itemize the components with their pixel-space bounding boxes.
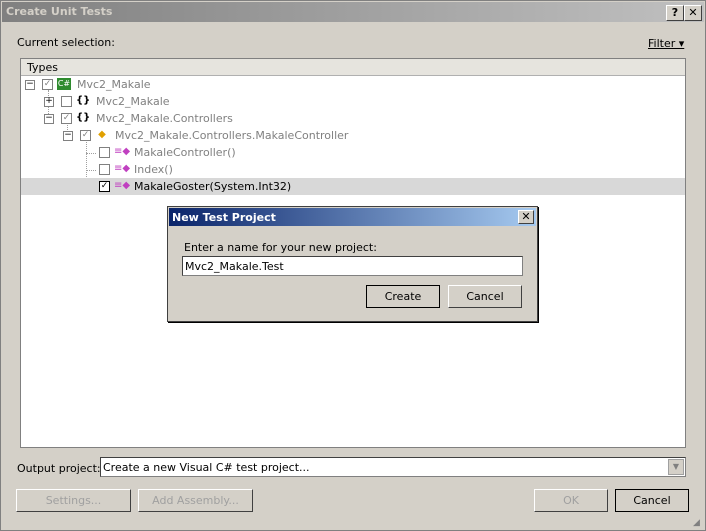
- class-icon: ◆: [98, 129, 106, 140]
- types-header-label: Types: [27, 61, 58, 74]
- create-button[interactable]: Create: [366, 285, 440, 308]
- method-icon: ≡◆: [114, 180, 131, 191]
- tree-row[interactable]: ≡◆ MakaleController(): [21, 144, 685, 161]
- resize-grip-icon[interactable]: ◢: [693, 518, 703, 528]
- csharp-project-icon: C#: [57, 78, 71, 90]
- tree-row[interactable]: + {} Mvc2_Makale: [21, 93, 685, 110]
- tree-column-header[interactable]: Types: [21, 59, 685, 76]
- row-checkbox-checked[interactable]: ✓: [99, 181, 110, 192]
- tree-row[interactable]: − ✓ {} Mvc2_Makale.Controllers: [21, 110, 685, 127]
- row-checkbox[interactable]: [99, 147, 110, 158]
- add-assembly-button[interactable]: Add Assembly...: [138, 489, 253, 512]
- filter-menu[interactable]: Filter ▾: [648, 37, 684, 50]
- row-checkbox[interactable]: [99, 164, 110, 175]
- tree-row[interactable]: ≡◆ Index(): [21, 161, 685, 178]
- row-checkbox[interactable]: ✓: [61, 113, 72, 124]
- tree-row-label: Mvc2_Makale: [96, 95, 170, 108]
- dialog-title-bar: New Test Project ✕: [169, 208, 536, 226]
- current-selection-label: Current selection:: [17, 36, 115, 49]
- dialog-title: New Test Project: [172, 211, 276, 224]
- close-button[interactable]: ✕: [684, 5, 702, 21]
- expand-toggle[interactable]: +: [44, 97, 54, 107]
- ok-button[interactable]: OK: [534, 489, 608, 512]
- chevron-down-icon[interactable]: ▼: [668, 459, 684, 475]
- dialog-cancel-button[interactable]: Cancel: [448, 285, 522, 308]
- title-bar: Create Unit Tests ? ✕: [2, 2, 704, 22]
- window-title: Create Unit Tests: [6, 5, 113, 18]
- collapse-toggle[interactable]: −: [25, 80, 35, 90]
- project-name-value: Mvc2_Makale.Test: [185, 260, 284, 273]
- namespace-icon: {}: [76, 95, 91, 106]
- method-icon: ≡◆: [114, 163, 131, 174]
- output-project-value: Create a new Visual C# test project...: [103, 461, 310, 474]
- namespace-icon: {}: [76, 112, 91, 123]
- dialog-prompt: Enter a name for your new project:: [184, 241, 377, 254]
- tree-row-label: Mvc2_Makale.Controllers.MakaleController: [115, 129, 349, 142]
- row-checkbox[interactable]: ✓: [42, 79, 53, 90]
- method-icon: ≡◆: [114, 146, 131, 157]
- tree-row-label: Mvc2_Makale.Controllers: [96, 112, 233, 125]
- help-button[interactable]: ?: [666, 5, 684, 21]
- tree-row-label: MakaleGoster(System.Int32): [134, 180, 292, 193]
- settings-button[interactable]: Settings...: [16, 489, 131, 512]
- tree-row-selected[interactable]: ✓ ≡◆ MakaleGoster(System.Int32): [21, 178, 685, 195]
- tree-row-label: Index(): [134, 163, 173, 176]
- cancel-button[interactable]: Cancel: [615, 489, 689, 512]
- tree-row-label: MakaleController(): [134, 146, 236, 159]
- tree-row-label: Mvc2_Makale: [77, 78, 151, 91]
- row-checkbox[interactable]: [61, 96, 72, 107]
- collapse-toggle[interactable]: −: [63, 131, 73, 141]
- tree-row[interactable]: − ✓ ◆ Mvc2_Makale.Controllers.MakaleCont…: [21, 127, 685, 144]
- dialog-close-button[interactable]: ✕: [518, 210, 534, 224]
- tree-row[interactable]: − ✓ C# Mvc2_Makale: [21, 76, 685, 93]
- collapse-toggle[interactable]: −: [44, 114, 54, 124]
- create-unit-tests-window: Create Unit Tests ? ✕ Current selection:…: [0, 0, 706, 531]
- new-test-project-dialog: New Test Project ✕ Enter a name for your…: [167, 206, 538, 322]
- output-project-dropdown[interactable]: Create a new Visual C# test project... ▼: [100, 457, 686, 477]
- project-name-input[interactable]: Mvc2_Makale.Test: [182, 256, 523, 276]
- output-project-label: Output project:: [17, 462, 101, 475]
- row-checkbox[interactable]: ✓: [80, 130, 91, 141]
